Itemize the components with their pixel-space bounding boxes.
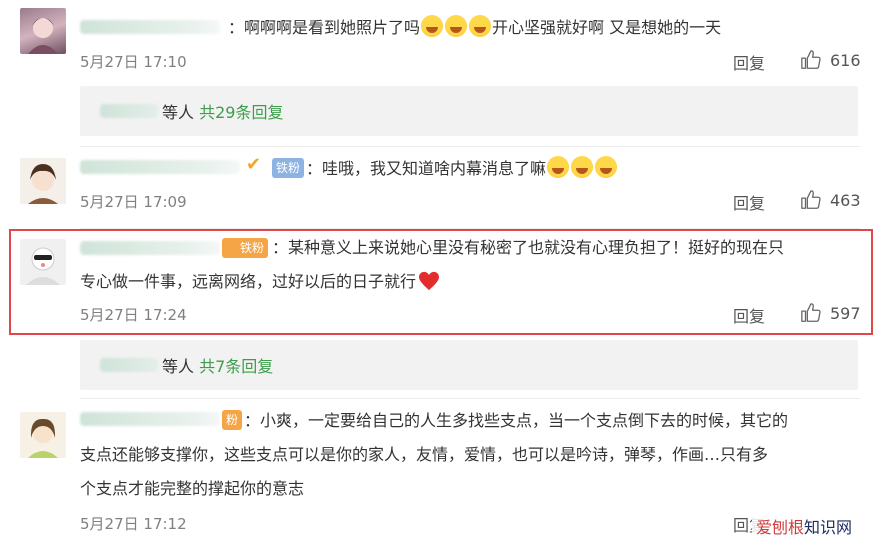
- fan-badge: 铁粉: [272, 158, 305, 178]
- thumbs-up-icon: [801, 190, 821, 209]
- comment-text-continued: 个支点才能完整的撑起你的意志: [80, 479, 305, 498]
- divider: [80, 146, 860, 147]
- like-button[interactable]: 463: [800, 189, 861, 211]
- comment-date: 5月27日 17:12: [80, 515, 187, 533]
- blurred-username[interactable]: [80, 412, 220, 426]
- avatar[interactable]: [20, 158, 66, 204]
- shocked-emoji-icon: [547, 156, 570, 178]
- reply-button[interactable]: 回复: [733, 190, 765, 214]
- comment-date: 5月27日 17:09: [80, 193, 187, 211]
- like-count: 463: [830, 190, 861, 210]
- avatar[interactable]: [20, 412, 66, 458]
- reply-button[interactable]: 回复: [733, 50, 765, 74]
- like-count: 616: [830, 50, 861, 70]
- avatar[interactable]: [20, 8, 66, 54]
- comment-text: ：哇哦，我又知道啥内幕消息了嘛: [306, 155, 866, 183]
- blurred-username[interactable]: [100, 104, 158, 118]
- divider: [80, 398, 860, 399]
- blurred-username[interactable]: [80, 20, 220, 34]
- shocked-emoji-icon: [595, 156, 618, 178]
- comment-date: 5月27日 17:10: [80, 53, 187, 71]
- view-replies-link[interactable]: 共29条回复: [199, 103, 283, 122]
- crying-emoji-icon: [421, 15, 444, 37]
- crying-emoji-icon: [469, 15, 492, 37]
- comment-text: ：小爽，一定要给自己的人生多找些支点，当一个支点倒下去的时候，其它的: [244, 411, 789, 430]
- comment-text: ：啊啊啊是看到她照片了吗 开心坚强就好啊 又是想她的一天: [228, 14, 858, 42]
- thumbs-up-icon: [801, 50, 821, 69]
- blurred-username[interactable]: [80, 160, 240, 174]
- view-replies-link[interactable]: 共7条回复: [199, 357, 273, 376]
- blurred-username[interactable]: [100, 358, 158, 372]
- comment-text-continued: 支点还能够支撑你，这些支点可以是你的家人，友情，爱情，也可以是吟诗，弹琴，作画……: [80, 445, 769, 464]
- sub-replies-prefix: 等人: [162, 357, 195, 376]
- sub-replies-prefix: 等人: [162, 103, 195, 122]
- sub-replies-box: 等人 共29条回复: [80, 86, 858, 136]
- verified-v-icon: ✔: [246, 154, 262, 175]
- highlight-frame: [9, 229, 873, 335]
- crying-emoji-icon: [445, 15, 468, 37]
- shocked-emoji-icon: [571, 156, 594, 178]
- sub-replies-box: 等人 共7条回复: [80, 340, 858, 390]
- fan-badge: 粉: [222, 410, 243, 430]
- site-watermark: 爱刨根知识网: [752, 514, 857, 538]
- like-button[interactable]: 616: [800, 49, 861, 71]
